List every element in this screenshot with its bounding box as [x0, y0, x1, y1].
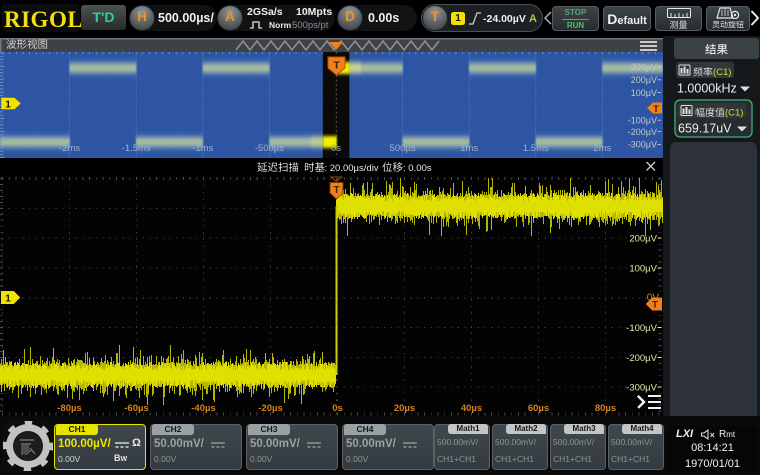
svg-text:-60µs: -60µs [124, 403, 149, 414]
svg-text:T: T [333, 185, 339, 196]
svg-text:60µs: 60µs [528, 403, 549, 414]
svg-text:-1.5ms: -1.5ms [122, 143, 151, 154]
svg-text:100µV: 100µV [629, 264, 657, 275]
svg-text:-40µs: -40µs [191, 403, 216, 414]
svg-text:659.17uV: 659.17uV [678, 122, 732, 136]
svg-text:-80µs: -80µs [57, 403, 82, 414]
svg-text:100µV: 100µV [631, 88, 657, 98]
svg-text:-500µs: -500µs [255, 143, 284, 154]
svg-text:40µs: 40µs [461, 403, 482, 414]
svg-text:-200µV: -200µV [626, 353, 657, 364]
svg-text:T: T [653, 104, 659, 114]
svg-text:(C1): (C1) [725, 108, 743, 119]
svg-text:500µs: 500µs [390, 143, 416, 154]
svg-text:2ms: 2ms [593, 143, 611, 154]
svg-text:1.0000kHz: 1.0000kHz [677, 82, 737, 96]
svg-text:T: T [333, 61, 339, 72]
svg-text:300µV: 300µV [631, 62, 657, 72]
svg-text:200µV: 200µV [631, 75, 657, 85]
svg-text:-300µV: -300µV [628, 140, 657, 150]
svg-text:20µs: 20µs [394, 403, 415, 414]
svg-text:T: T [652, 300, 658, 311]
svg-text:-100µV: -100µV [628, 115, 657, 125]
svg-text:-100µV: -100µV [626, 323, 657, 334]
svg-text:-200µV: -200µV [628, 127, 657, 137]
svg-text:: 0.00s: : 0.00s [403, 163, 432, 174]
svg-text:1: 1 [5, 294, 11, 305]
svg-text:200µV: 200µV [629, 234, 657, 245]
svg-text:-2ms: -2ms [59, 143, 80, 154]
svg-text:: 20.00µs/div: : 20.00µs/div [325, 163, 379, 174]
svg-text:-300µV: -300µV [626, 383, 657, 394]
svg-text:0s: 0s [332, 403, 343, 414]
svg-text:1ms: 1ms [460, 143, 478, 154]
svg-text:0s: 0s [331, 143, 341, 154]
svg-text:80µs: 80µs [595, 403, 616, 414]
svg-text:(C1): (C1) [713, 67, 731, 78]
svg-text:-1ms: -1ms [192, 143, 213, 154]
svg-text:-20µs: -20µs [258, 403, 283, 414]
svg-text:1: 1 [5, 100, 11, 111]
svg-text:1.5ms: 1.5ms [523, 143, 549, 154]
